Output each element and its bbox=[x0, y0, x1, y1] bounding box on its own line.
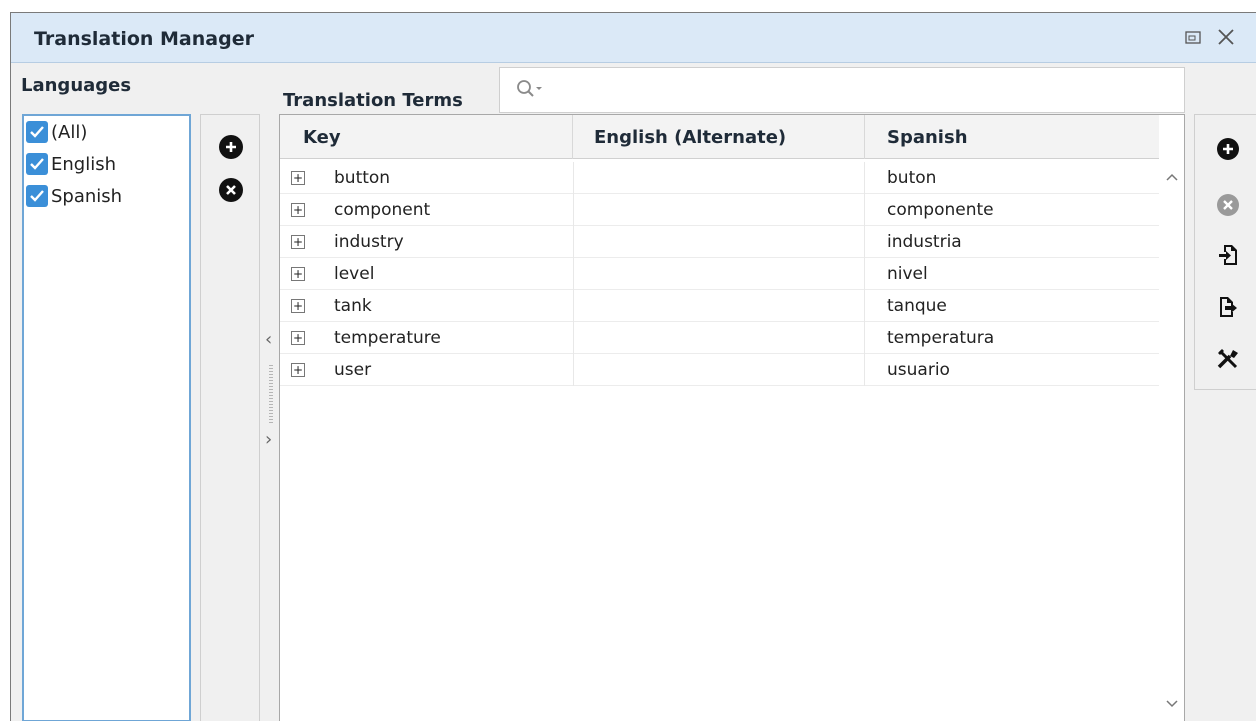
cell-spanish[interactable]: temperatura bbox=[887, 322, 994, 354]
title-bar: Translation Manager bbox=[11, 13, 1256, 63]
cell-spanish[interactable]: componente bbox=[887, 194, 994, 226]
cell-key[interactable]: temperature bbox=[334, 322, 441, 354]
tools-icon bbox=[1217, 349, 1238, 369]
cell-english[interactable] bbox=[573, 322, 865, 354]
expand-icon[interactable]: + bbox=[291, 331, 305, 345]
column-header-english[interactable]: English (Alternate) bbox=[573, 115, 865, 159]
table-row[interactable]: + component componente bbox=[280, 194, 1159, 226]
cell-spanish[interactable]: industria bbox=[887, 226, 962, 258]
remove-term-button[interactable] bbox=[1216, 193, 1240, 217]
export-button[interactable] bbox=[1216, 295, 1240, 319]
cell-spanish[interactable]: usuario bbox=[887, 354, 950, 386]
add-language-button[interactable] bbox=[219, 135, 243, 159]
add-circle-icon bbox=[226, 142, 236, 152]
expand-icon[interactable]: + bbox=[291, 267, 305, 281]
add-circle-icon bbox=[1217, 138, 1239, 160]
table-row[interactable]: + user usuario bbox=[280, 354, 1159, 386]
checkbox-checked-icon[interactable] bbox=[26, 185, 48, 207]
cell-spanish[interactable]: buton bbox=[887, 162, 936, 194]
cell-english[interactable] bbox=[573, 354, 865, 386]
vertical-scrollbar[interactable] bbox=[1162, 162, 1182, 721]
cell-key[interactable]: user bbox=[334, 354, 371, 386]
search-input[interactable] bbox=[499, 67, 1185, 113]
column-header-key[interactable]: Key bbox=[280, 115, 573, 159]
languages-list[interactable]: (All) English Spanish bbox=[22, 114, 191, 721]
checkbox-checked-icon[interactable] bbox=[26, 121, 48, 143]
scroll-down-icon[interactable] bbox=[1166, 697, 1178, 712]
cell-key[interactable]: tank bbox=[334, 290, 372, 322]
grid-rows: + button buton + component componente + … bbox=[280, 162, 1159, 386]
language-toolbar bbox=[200, 114, 260, 721]
remove-circle-icon bbox=[226, 185, 236, 195]
language-item-spanish[interactable]: Spanish bbox=[24, 180, 189, 212]
remove-language-button[interactable] bbox=[219, 178, 243, 202]
terms-grid[interactable]: Key English (Alternate) Spanish + button… bbox=[279, 114, 1185, 721]
export-icon bbox=[1220, 297, 1237, 317]
table-row[interactable]: + tank tanque bbox=[280, 290, 1159, 322]
languages-heading: Languages bbox=[21, 75, 132, 96]
cell-spanish[interactable]: tanque bbox=[887, 290, 947, 322]
expand-icon[interactable]: + bbox=[291, 299, 305, 313]
expand-right-icon[interactable]: › bbox=[265, 429, 272, 450]
checkbox-checked-icon[interactable] bbox=[26, 153, 48, 175]
table-row[interactable]: + button buton bbox=[280, 162, 1159, 194]
remove-circle-icon bbox=[1217, 194, 1239, 216]
search-icon[interactable] bbox=[516, 79, 546, 99]
column-header-spanish[interactable]: Spanish bbox=[865, 115, 1157, 159]
collapse-left-icon[interactable]: ‹ bbox=[265, 329, 272, 350]
cell-spanish[interactable]: nivel bbox=[887, 258, 928, 290]
window-title: Translation Manager bbox=[34, 28, 254, 50]
grid-header: Key English (Alternate) Spanish bbox=[280, 115, 1159, 159]
add-term-button[interactable] bbox=[1216, 137, 1240, 161]
language-item-all[interactable]: (All) bbox=[24, 116, 189, 148]
table-row[interactable]: + industry industria bbox=[280, 226, 1159, 258]
restore-window-icon[interactable] bbox=[1181, 25, 1205, 49]
expand-icon[interactable]: + bbox=[291, 203, 305, 217]
language-item-english[interactable]: English bbox=[24, 148, 189, 180]
cell-key[interactable]: component bbox=[334, 194, 430, 226]
splitter-grip[interactable] bbox=[269, 365, 273, 425]
table-row[interactable]: + level nivel bbox=[280, 258, 1159, 290]
close-icon[interactable] bbox=[1214, 25, 1238, 49]
panel-splitter[interactable]: ‹ › bbox=[261, 313, 281, 473]
tools-button[interactable] bbox=[1216, 347, 1240, 371]
language-label: (All) bbox=[51, 121, 88, 143]
cell-english[interactable] bbox=[573, 290, 865, 322]
import-icon bbox=[1219, 245, 1237, 265]
cell-english[interactable] bbox=[573, 194, 865, 226]
terms-toolbar bbox=[1194, 114, 1256, 390]
cell-english[interactable] bbox=[573, 162, 865, 194]
expand-icon[interactable]: + bbox=[291, 363, 305, 377]
expand-icon[interactable]: + bbox=[291, 235, 305, 249]
language-label: English bbox=[51, 153, 116, 175]
cell-english[interactable] bbox=[573, 258, 865, 290]
table-row[interactable]: + temperature temperatura bbox=[280, 322, 1159, 354]
language-label: Spanish bbox=[51, 185, 123, 207]
translation-manager-window: Translation Manager Languages (All) Engl… bbox=[10, 12, 1256, 721]
scroll-up-icon[interactable] bbox=[1166, 170, 1178, 185]
cell-key[interactable]: level bbox=[334, 258, 374, 290]
cell-key[interactable]: button bbox=[334, 162, 390, 194]
cell-key[interactable]: industry bbox=[334, 226, 404, 258]
import-button[interactable] bbox=[1216, 243, 1240, 267]
cell-english[interactable] bbox=[573, 226, 865, 258]
expand-icon[interactable]: + bbox=[291, 171, 305, 185]
